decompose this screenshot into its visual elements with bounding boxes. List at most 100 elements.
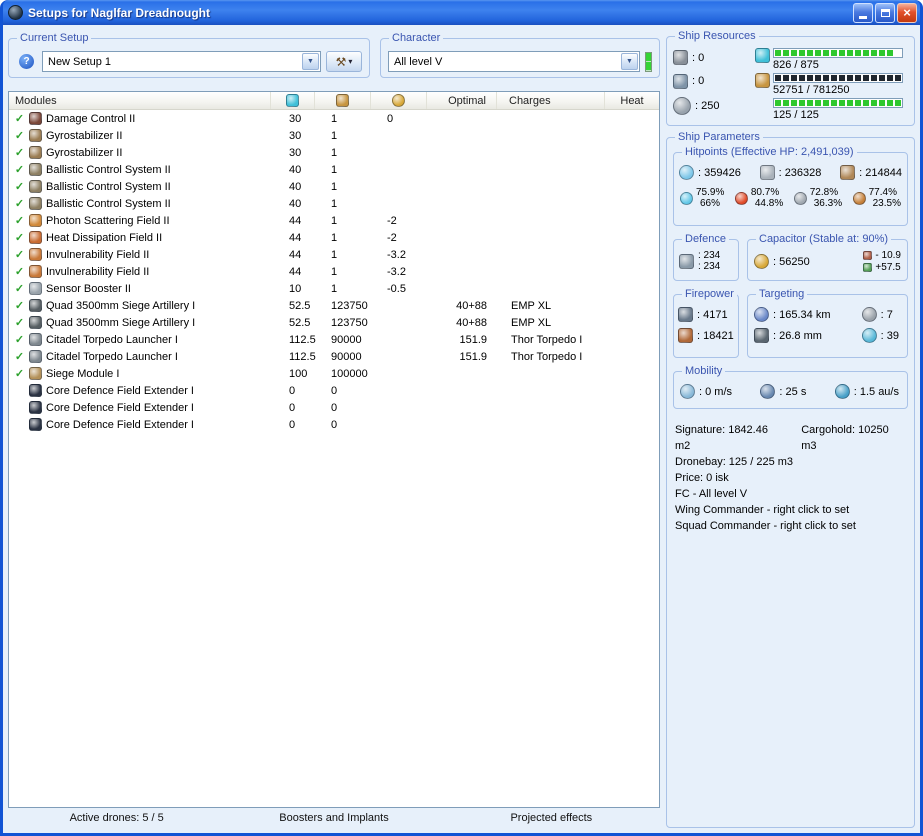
module-powergrid-value: 1 xyxy=(315,232,371,244)
module-row[interactable]: ✓ Gyrostabilizer II 30 1 xyxy=(9,127,659,144)
column-header-powergrid[interactable] xyxy=(315,92,371,109)
module-icon xyxy=(29,282,42,295)
mobility-group: Mobility : 0 m/s : 25 s : 1.5 au/s xyxy=(673,371,908,409)
module-cpu-value: 30 xyxy=(271,147,315,159)
module-optimal-value: 40+88 xyxy=(427,300,497,312)
column-header-capacitor[interactable] xyxy=(371,92,427,109)
module-row[interactable]: ✓ Damage Control II 30 1 0 xyxy=(9,110,659,127)
module-cpu-value: 112.5 xyxy=(271,351,315,363)
signature-resolution-value: : 26.8 mm xyxy=(773,330,822,342)
module-icon xyxy=(29,214,42,227)
module-powergrid-value: 0 xyxy=(315,402,371,414)
mobility-title: Mobility xyxy=(682,365,725,378)
fc-info[interactable]: FC - All level V xyxy=(675,486,906,502)
titlebar: Setups for Naglfar Dreadnought × xyxy=(3,0,920,25)
character-select-chevron-down-icon[interactable]: ▼ xyxy=(621,53,638,70)
module-row[interactable]: ✓ Quad 3500mm Siege Artillery I 52.5 123… xyxy=(9,297,659,314)
squad-commander-info[interactable]: Squad Commander - right click to set xyxy=(675,518,906,534)
module-powergrid-value: 1 xyxy=(315,215,371,227)
column-header-modules[interactable]: Modules xyxy=(9,92,271,109)
module-cpu-value: 100 xyxy=(271,368,315,380)
tools-chevron-down-icon: ▾ xyxy=(348,57,352,66)
module-row[interactable]: Core Defence Field Extender I 0 0 xyxy=(9,416,659,433)
module-cpu-value: 52.5 xyxy=(271,300,315,312)
module-row[interactable]: ✓ Citadel Torpedo Launcher I 112.5 90000… xyxy=(9,348,659,365)
module-cap-value: 0 xyxy=(371,113,427,125)
cpu-icon xyxy=(755,48,770,63)
boosters-implants-section[interactable]: Boosters and Implants xyxy=(225,812,442,828)
module-row[interactable]: Core Defence Field Extender I 0 0 xyxy=(9,382,659,399)
module-row[interactable]: ✓ Gyrostabilizer II 30 1 xyxy=(9,144,659,161)
fitted-check-icon: ✓ xyxy=(14,112,25,125)
cap-recharge-icon xyxy=(863,263,872,272)
launcher-hardpoint-icon xyxy=(673,74,688,89)
module-optimal-value: 151.9 xyxy=(427,334,497,346)
setup-select-chevron-down-icon[interactable]: ▼ xyxy=(302,53,319,70)
bottom-sections-bar: Active drones: 5 / 5 Boosters and Implan… xyxy=(8,812,660,828)
module-row[interactable]: ✓ Ballistic Control System II 40 1 xyxy=(9,195,659,212)
minimize-button[interactable] xyxy=(853,3,873,23)
column-header-cpu[interactable] xyxy=(271,92,315,109)
volley-value: : 18421 xyxy=(697,330,734,342)
column-header-charges[interactable]: Charges xyxy=(497,92,605,109)
module-row[interactable]: Core Defence Field Extender I 0 0 xyxy=(9,399,659,416)
module-cpu-value: 52.5 xyxy=(271,317,315,329)
module-cpu-value: 40 xyxy=(271,198,315,210)
module-row[interactable]: ✓ Quad 3500mm Siege Artillery I 52.5 123… xyxy=(9,314,659,331)
help-button[interactable]: ? xyxy=(16,51,37,72)
calibration-icon xyxy=(673,97,691,115)
module-row[interactable]: ✓ Ballistic Control System II 40 1 xyxy=(9,161,659,178)
module-row[interactable]: ✓ Invulnerability Field II 44 1 -3.2 xyxy=(9,246,659,263)
powergrid-icon xyxy=(755,73,770,88)
character-select[interactable]: All level V ▼ xyxy=(388,51,640,72)
cap-drain-value: - 10.9 xyxy=(875,250,901,261)
module-row[interactable]: ✓ Invulnerability Field II 44 1 -3.2 xyxy=(9,263,659,280)
launcher-hardpoints-stat: : 0 xyxy=(673,74,755,89)
module-name: Invulnerability Field II xyxy=(46,266,149,278)
module-row[interactable]: ✓ Citadel Torpedo Launcher I 112.5 90000… xyxy=(9,331,659,348)
warp-speed-stat: : 1.5 au/s xyxy=(835,384,899,399)
maximize-button[interactable] xyxy=(875,3,895,23)
setup-select[interactable]: New Setup 1 ▼ xyxy=(42,51,321,72)
structure-icon xyxy=(840,165,855,180)
module-row[interactable]: ✓ Siege Module I 100 100000 xyxy=(9,365,659,382)
powergrid-resource-row: 52751 / 781250 xyxy=(755,73,908,96)
capacitor-icon xyxy=(754,254,769,269)
upgrades-bar-fill xyxy=(775,100,901,106)
projected-effects-section[interactable]: Projected effects xyxy=(443,812,660,828)
upgrades-usage-value: 125 / 125 xyxy=(773,109,903,121)
module-powergrid-value: 1 xyxy=(315,181,371,193)
dps-value: : 4171 xyxy=(697,309,728,321)
module-cpu-value: 40 xyxy=(271,181,315,193)
module-row[interactable]: ✓ Heat Dissipation Field II 44 1 -2 xyxy=(9,229,659,246)
cpu-icon xyxy=(286,94,299,107)
setup-tools-button[interactable]: ⚒▾ xyxy=(326,51,362,72)
module-cpu-value: 40 xyxy=(271,164,315,176)
column-header-optimal[interactable]: Optimal xyxy=(427,92,497,109)
module-row[interactable]: ✓ Ballistic Control System II 40 1 xyxy=(9,178,659,195)
warp-speed-icon xyxy=(835,384,850,399)
cap-recharge-value: +57.5 xyxy=(875,262,900,273)
hitpoints-group: Hitpoints (Effective HP: 2,491,039) : 35… xyxy=(673,152,908,226)
module-icon xyxy=(29,231,42,244)
close-button[interactable]: × xyxy=(897,3,917,23)
module-cpu-value: 44 xyxy=(271,249,315,261)
modules-table-body: ✓ Damage Control II 30 1 0 ✓ Gyrostabili… xyxy=(9,110,659,807)
module-charges-value: Thor Torpedo I xyxy=(497,351,605,363)
column-header-heat[interactable]: Heat xyxy=(605,92,659,109)
module-row[interactable]: ✓ Photon Scattering Field II 44 1 -2 xyxy=(9,212,659,229)
turret-hardpoint-icon xyxy=(673,50,688,65)
module-cpu-value: 30 xyxy=(271,130,315,142)
active-drones-section[interactable]: Active drones: 5 / 5 xyxy=(8,812,225,828)
main-content: Current Setup ? New Setup 1 ▼ ⚒▾ Charact… xyxy=(3,25,920,833)
module-row[interactable]: ✓ Sensor Booster II 10 1 -0.5 xyxy=(9,280,659,297)
fitted-check-icon: ✓ xyxy=(14,367,25,380)
module-name: Quad 3500mm Siege Artillery I xyxy=(46,300,195,312)
module-cap-value: -2 xyxy=(371,215,427,227)
powergrid-icon xyxy=(336,94,349,107)
speed-icon xyxy=(680,384,695,399)
wing-commander-info[interactable]: Wing Commander - right click to set xyxy=(675,502,906,518)
minimize-icon xyxy=(859,16,867,19)
cpu-bar-fill xyxy=(775,50,893,56)
fitted-check-icon: ✓ xyxy=(14,146,25,159)
